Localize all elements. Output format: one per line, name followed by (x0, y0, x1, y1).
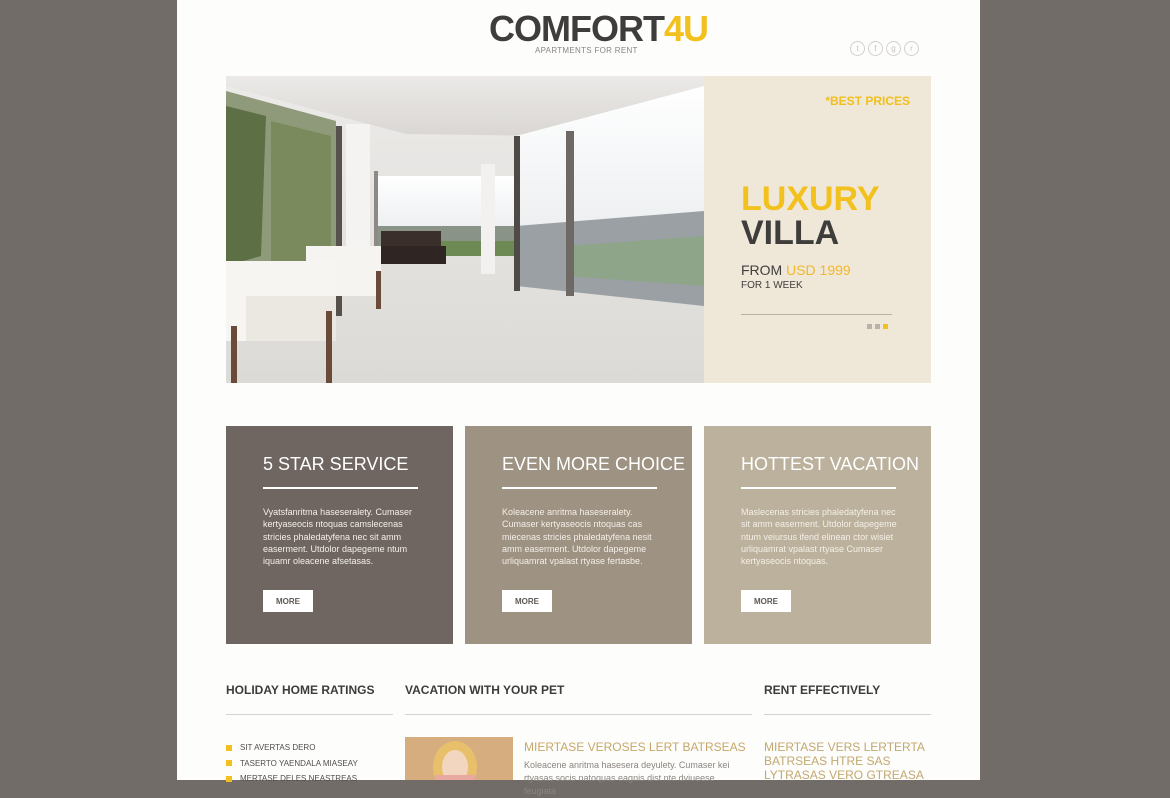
feature-divider (263, 487, 418, 489)
slider-dot-3[interactable] (883, 324, 888, 329)
rating-link[interactable]: TASERTO YAENDALA MIASEAY (240, 759, 358, 768)
from-label: FROM (741, 262, 783, 278)
list-item[interactable]: MERTASE DELES NEASTREAS (226, 771, 358, 787)
hero-villa-photo (226, 76, 704, 383)
more-button[interactable]: MORE (502, 590, 552, 612)
slider-dot-2[interactable] (875, 324, 880, 329)
feature-box-more-choice: EVEN MORE CHOICE Koleacene anritma hases… (465, 426, 692, 644)
list-item[interactable]: TASERTO YAENDALA MIASEAY (226, 756, 358, 772)
best-prices-badge: *BEST PRICES (825, 94, 910, 108)
feature-text: Maslecenas stricies phaledatyfena nec si… (741, 507, 897, 567)
social-links: t f g r (850, 41, 919, 56)
pet-article-thumbnail[interactable] (405, 737, 513, 780)
feature-title: HOTTEST VACATION (741, 454, 920, 474)
hero-promo-panel: *BEST PRICES LUXURY VILLA FROM USD 1999 … (704, 76, 931, 383)
hero-title-line1: LUXURY (741, 180, 880, 218)
pet-divider (405, 714, 752, 715)
site-logo[interactable]: COMFORT4U (489, 8, 709, 50)
rent-section-title: RENT EFFECTIVELY (764, 683, 881, 697)
bullet-icon (226, 775, 232, 782)
hero-price: USD 1999 (786, 262, 851, 278)
rent-divider (764, 714, 931, 715)
feature-divider (741, 487, 896, 489)
hero-title-line2: VILLA (741, 214, 840, 252)
ratings-divider (226, 714, 393, 715)
feature-text: Vyatsfanritma haseseralety. Cumaser kert… (263, 507, 413, 567)
more-button[interactable]: MORE (263, 590, 313, 612)
pet-article-text: Koleacene anritma hasesera deyulety. Cum… (524, 760, 730, 796)
logo-text-main: COMFORT (489, 8, 665, 49)
slider-dot-1[interactable] (867, 324, 872, 329)
feature-title: 5 STAR SERVICE (263, 454, 409, 474)
pet-section-title: VACATION WITH YOUR PET (405, 683, 565, 697)
feature-box-star-service: 5 STAR SERVICE Vyatsfanritma haseseralet… (226, 426, 453, 644)
logo-text-accent: 4U (663, 8, 709, 49)
rating-link[interactable]: SIT AVERTAS DERO (240, 743, 315, 752)
pet-article-title[interactable]: MIERTASE VEROSES LERT BATRSEAS (524, 740, 746, 754)
hero-price-line: FROM USD 1999 (741, 262, 851, 278)
google-plus-icon[interactable]: g (886, 41, 901, 56)
bullet-icon (226, 744, 232, 751)
feature-text: Koleacene anritma haseseralety. Cumaser … (502, 507, 652, 567)
rent-article-title[interactable]: MIERTASE VERS LERTERTA BATRSEAS HTRE SAS… (764, 740, 934, 782)
more-button[interactable]: MORE (741, 590, 791, 612)
feature-divider (502, 487, 657, 489)
twitter-icon[interactable]: t (850, 41, 865, 56)
slider-pagination (867, 324, 888, 329)
list-item[interactable]: SIT AVERTAS DERO (226, 740, 358, 756)
feature-box-hottest-vacation: HOTTEST VACATION Maslecenas stricies pha… (704, 426, 931, 644)
rss-icon[interactable]: r (904, 41, 919, 56)
page-container: COMFORT4U APARTMENTS FOR RENT t f g r *B… (177, 0, 980, 796)
feature-title: EVEN MORE CHOICE (502, 454, 686, 474)
ratings-section-title: HOLIDAY HOME RATINGS (226, 683, 375, 697)
hero-divider (741, 314, 892, 315)
hero-period: FOR 1 WEEK (741, 280, 803, 291)
site-tagline: APARTMENTS FOR RENT (535, 46, 638, 55)
hero-slider: *BEST PRICES LUXURY VILLA FROM USD 1999 … (226, 76, 931, 383)
rating-link[interactable]: MERTASE DELES NEASTREAS (240, 774, 357, 783)
facebook-icon[interactable]: f (868, 41, 883, 56)
bullet-icon (226, 760, 232, 767)
